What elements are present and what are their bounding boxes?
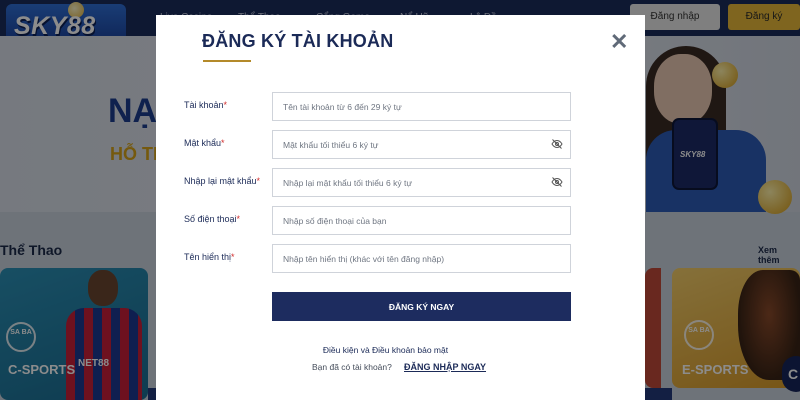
eye-off-icon[interactable]: [551, 138, 563, 150]
title-underline: [203, 60, 251, 62]
terms-link[interactable]: Điều kiện và Điều khoản bảo mật: [156, 345, 645, 355]
register-modal: ĐĂNG KÝ TÀI KHOẢN ✕ Tài khoản* Mật khẩu*…: [156, 15, 645, 400]
have-account-text: Bạn đã có tài khoản?: [312, 362, 392, 372]
register-now-button[interactable]: ĐĂNG KÝ NGAY: [272, 292, 571, 321]
close-icon[interactable]: ✕: [610, 31, 628, 53]
password-input[interactable]: [272, 130, 571, 159]
confirm-password-label: Nhập lại mật khẩu*: [184, 176, 261, 186]
display-name-input[interactable]: [272, 244, 571, 273]
username-label: Tài khoản*: [184, 100, 228, 110]
login-now-link[interactable]: ĐĂNG NHẬP NGAY: [404, 362, 486, 372]
username-input[interactable]: [272, 92, 571, 121]
confirm-password-input[interactable]: [272, 168, 571, 197]
password-label: Mật khẩu*: [184, 138, 225, 148]
modal-title: ĐĂNG KÝ TÀI KHOẢN: [202, 31, 394, 51]
phone-label: Số điện thoại*: [184, 214, 241, 224]
phone-input[interactable]: [272, 206, 571, 235]
eye-off-icon[interactable]: [551, 176, 563, 188]
display-name-label: Tên hiển thị*: [184, 252, 235, 262]
